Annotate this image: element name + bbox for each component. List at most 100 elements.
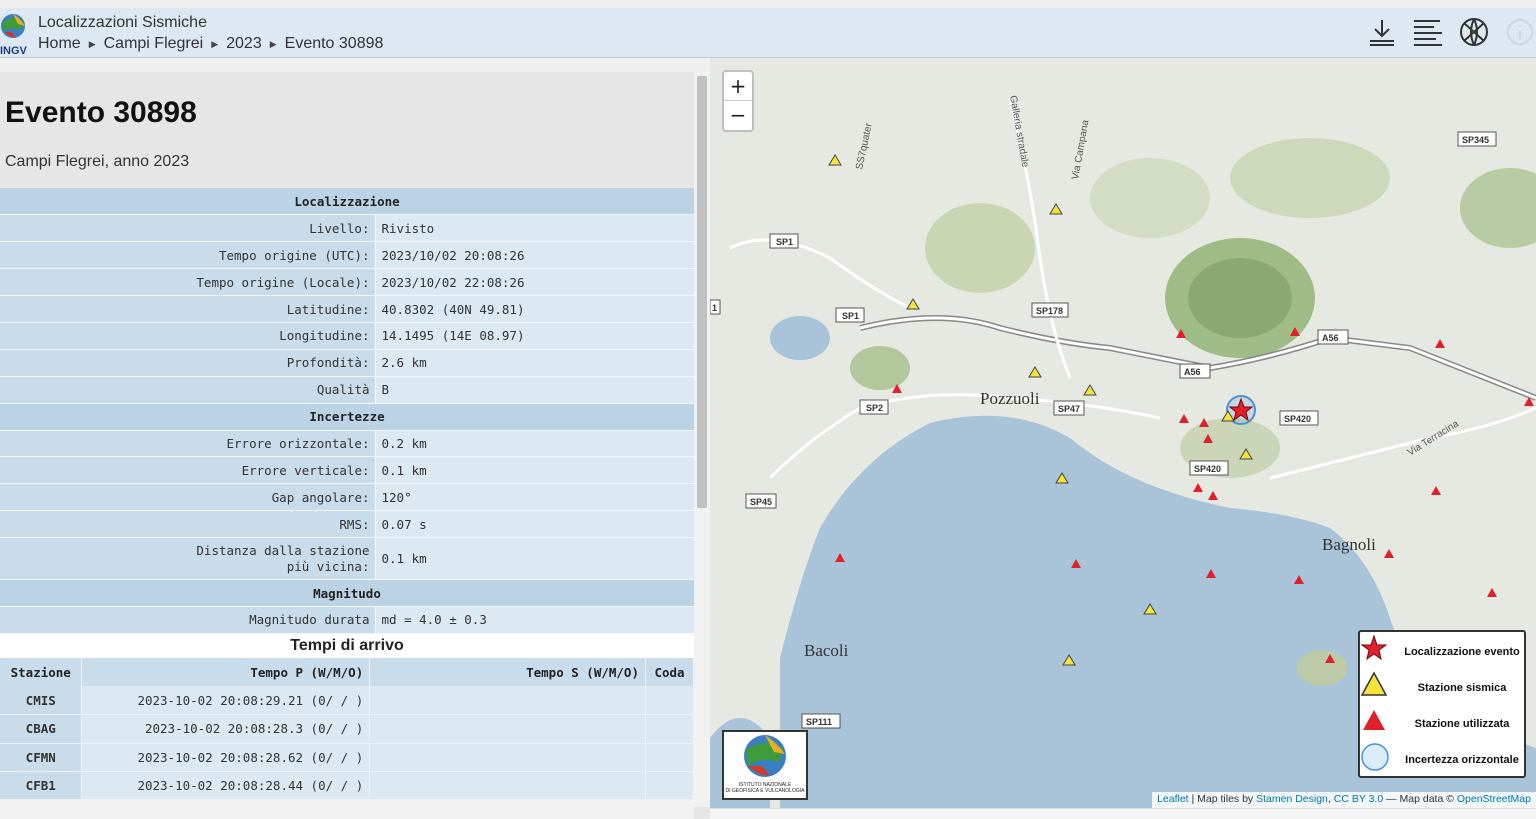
download-button[interactable]: [1366, 16, 1398, 48]
zoom-in-button[interactable]: +: [724, 72, 752, 101]
table-row: Tempo origine (Locale): 2023/10/02 22:08:…: [0, 268, 694, 297]
table-row: Tempo origine (UTC): 2023/10/02 20:08:26: [0, 241, 694, 270]
hill-area: [850, 346, 910, 390]
event-map[interactable]: Pozzuoli Bagnoli Bacoli Galleria stradal…: [710, 58, 1536, 808]
table-row: Errore verticale: 0.1 km: [0, 456, 694, 485]
ingv-logo-text: ISTITUTO NAZIONALE DI GEOFISICA E VULCANO…: [725, 782, 805, 794]
table-row: Latitudine: 40.8302 (40N 49.81): [0, 295, 694, 323]
svg-text:INGV: INGV: [0, 45, 28, 56]
crater-inner: [1188, 258, 1292, 338]
list-button[interactable]: [1412, 16, 1444, 48]
legend-item: Incertezza orizzontale: [1360, 742, 1528, 778]
horizontal-scrollbar[interactable]: [0, 799, 694, 819]
section-header-localizzazione: Localizzazione: [0, 188, 694, 216]
svg-text:SP47: SP47: [1058, 404, 1080, 414]
app-title: Localizzazioni Sismiche: [38, 14, 207, 31]
table-row: CFMN 2023-10-02 20:08:28.62 (0/ / ): [0, 743, 695, 772]
legend-item: Stazione utilizzata: [1360, 706, 1528, 742]
svg-text:SP420: SP420: [1284, 414, 1311, 424]
nisida-island: [1297, 650, 1347, 686]
table-row: CBAG 2023-10-02 20:08:28.3 (0/ / ): [0, 714, 695, 744]
table-row: Distanza dalla stazione più vicina: 0.1 km: [0, 537, 694, 581]
yellow-triangle-icon: [1360, 671, 1388, 696]
table-row: Errore orizzontale: 0.2 km: [0, 430, 694, 458]
svg-text:SP45: SP45: [750, 497, 772, 507]
ingv-logo[interactable]: INGV: [0, 12, 30, 56]
app-header: INGV Localizzazioni Sismiche Home ▶ Camp…: [0, 8, 1536, 58]
stamen-link[interactable]: Stamen Design: [1256, 793, 1328, 805]
column-header-coda[interactable]: Coda: [645, 658, 695, 686]
breadcrumb-separator-icon: ▶: [211, 38, 219, 49]
table-row: Profondità: 2.6 km: [0, 349, 694, 377]
section-header-incertezze: Incertezze: [0, 403, 694, 431]
place-label-bagnoli: Bagnoli: [1322, 535, 1376, 554]
event-details-panel[interactable]: Evento 30898 Campi Flegrei, anno 2023 Lo…: [0, 72, 710, 819]
breadcrumb-separator-icon: ▶: [269, 38, 277, 49]
blue-circle-icon: [1361, 743, 1389, 771]
info-icon: [1507, 19, 1533, 45]
legend-item: Stazione sismica: [1360, 670, 1528, 706]
ingv-map-logo[interactable]: ISTITUTO NAZIONALE DI GEOFISICA E VULCANO…: [722, 730, 808, 800]
ingv-globe-icon: [744, 735, 786, 777]
table-row: Magnitudo durata md = 4.0 ± 0.3: [0, 606, 694, 634]
hill-area: [925, 203, 1035, 293]
place-label-bacoli: Bacoli: [804, 641, 849, 660]
map-attribution: Leaflet | Map tiles by Stamen Design, CC…: [1152, 792, 1536, 808]
globe-icon: [1460, 18, 1488, 46]
globe-button[interactable]: [1458, 16, 1490, 48]
place-label-pozzuoli: Pozzuoli: [980, 389, 1040, 408]
table-row: CFB1 2023-10-02 20:08:28.44 (0/ / ): [0, 771, 695, 801]
breadcrumb-separator-icon: ▶: [88, 38, 96, 49]
page-title: Evento 30898: [5, 96, 197, 129]
breadcrumb-year[interactable]: 2023: [226, 35, 262, 53]
info-button[interactable]: [1504, 16, 1536, 48]
table-row: Longitudine: 14.1495 (14E 08.97): [0, 322, 694, 350]
breadcrumb-event: Evento 30898: [284, 35, 384, 52]
breadcrumb: Home ▶ Campi Flegrei ▶ 2023 ▶ Evento 308…: [38, 35, 383, 53]
section-header-magnitudo: Magnitudo: [0, 579, 694, 607]
svg-text:SP1: SP1: [842, 311, 859, 321]
table-row: Gap angolare: 120°: [0, 483, 694, 512]
breadcrumb-home[interactable]: Home: [38, 35, 81, 53]
svg-text:SP1: SP1: [776, 237, 793, 247]
bottom-scrollbar[interactable]: [710, 808, 1536, 819]
zoom-control: + −: [722, 70, 754, 132]
breadcrumb-campi-flegrei[interactable]: Campi Flegrei: [104, 35, 204, 53]
svg-text:1: 1: [712, 303, 717, 313]
svg-text:SP178: SP178: [1036, 306, 1063, 316]
svg-text:A56: A56: [1184, 367, 1201, 377]
hill-area: [1230, 138, 1390, 218]
table-row: Qualità B: [0, 376, 694, 404]
arrival-times-table: Stazione Tempo P (W/M/O) Tempo S (W/M/O)…: [0, 658, 695, 801]
svg-text:A56: A56: [1322, 333, 1339, 343]
svg-text:SP345: SP345: [1462, 135, 1489, 145]
download-icon: [1370, 20, 1394, 46]
column-header-tempo-s[interactable]: Tempo S (W/M/O): [369, 658, 646, 686]
arrival-times-title: Tempi di arrivo: [0, 634, 694, 658]
leaflet-link[interactable]: Leaflet: [1157, 793, 1189, 805]
column-header-tempo-p[interactable]: Tempo P (W/M/O): [81, 658, 371, 686]
osm-link[interactable]: OpenStreetMap: [1457, 793, 1531, 805]
legend-item: Localizzazione evento: [1360, 634, 1528, 670]
svg-text:SP111: SP111: [806, 717, 832, 727]
red-star-icon: [1360, 634, 1388, 661]
lake-lucrino: [770, 316, 830, 360]
red-triangle-icon: [1363, 710, 1385, 730]
vertical-scrollbar[interactable]: [694, 72, 710, 807]
table-row: Livello: Rivisto: [0, 214, 694, 243]
svg-text:SP420: SP420: [1194, 464, 1221, 474]
table-row: RMS: 0.07 s: [0, 510, 694, 539]
map-legend: Localizzazione evento Stazione sismica S…: [1358, 630, 1526, 778]
svg-text:SP2: SP2: [866, 403, 883, 413]
hill-area: [1090, 158, 1210, 238]
page-subtitle: Campi Flegrei, anno 2023: [5, 153, 190, 170]
zoom-out-button[interactable]: −: [724, 101, 752, 130]
cc-link[interactable]: CC BY 3.0: [1334, 793, 1383, 805]
list-icon: [1414, 20, 1442, 46]
table-row: CMIS 2023-10-02 20:08:29.21 (0/ / ): [0, 686, 695, 715]
event-info-table: Localizzazione Livello: Rivisto Tempo ori…: [0, 188, 694, 634]
column-header-stazione[interactable]: Stazione: [0, 658, 83, 686]
table-header-row: Stazione Tempo P (W/M/O) Tempo S (W/M/O)…: [0, 658, 695, 686]
header-toolbar: [1366, 16, 1536, 48]
scrollbar-thumb[interactable]: [697, 76, 707, 508]
